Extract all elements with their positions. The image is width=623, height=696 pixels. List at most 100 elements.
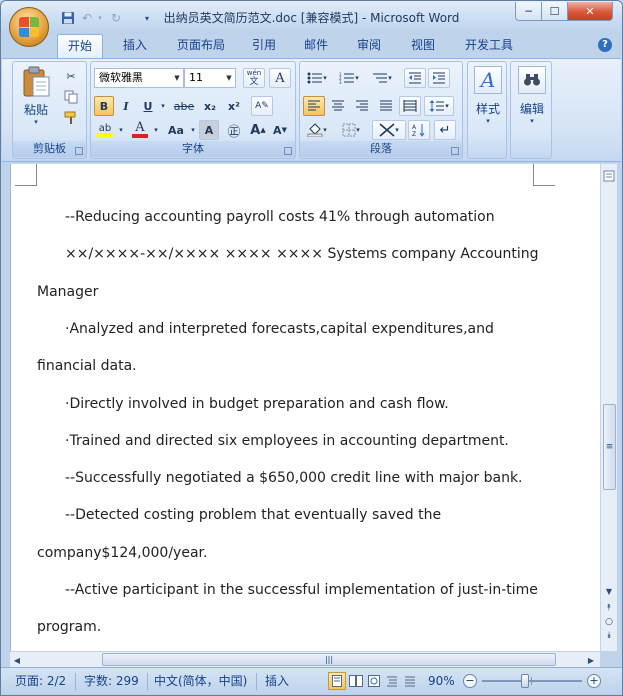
zoom-slider-track[interactable] (482, 680, 582, 682)
font-size-combo[interactable]: 11 ▼ (184, 68, 236, 88)
enclose-characters-icon[interactable]: ㊣ (223, 120, 245, 140)
font-launcher-icon[interactable] (284, 147, 292, 155)
char-border-icon[interactable]: A (269, 68, 291, 88)
vertical-scroll-thumb[interactable]: ≡ (603, 404, 616, 490)
font-color-icon[interactable]: A (129, 120, 151, 140)
office-button[interactable] (9, 7, 49, 47)
select-browse-object-icon[interactable]: ○ (601, 616, 617, 628)
document-line[interactable]: --Active participant in the successful i… (65, 582, 538, 598)
strikethrough-button[interactable]: abe (171, 96, 197, 116)
document-line[interactable]: company$124,000/year. (37, 545, 207, 561)
bullets-icon[interactable]: ▾ (303, 68, 331, 88)
phonetic-guide-icon[interactable]: wén 文 (243, 68, 265, 88)
underline-dropdown-icon[interactable]: ▾ (158, 96, 168, 116)
minimize-button[interactable]: ─ (515, 2, 542, 21)
font-color-dropdown-icon[interactable]: ▾ (151, 120, 161, 140)
zoom-level[interactable]: 90% (428, 672, 455, 690)
shrink-font-icon[interactable]: A ▼ (269, 120, 291, 140)
document-line[interactable]: program. (37, 619, 101, 635)
borders-icon[interactable]: ▾ (336, 120, 366, 140)
chinese-layout-icon[interactable]: ▾ (372, 120, 406, 140)
subscript-button[interactable]: x₂ (199, 96, 221, 116)
format-painter-icon[interactable] (61, 108, 81, 128)
align-right-icon[interactable] (351, 96, 373, 116)
vertical-scrollbar[interactable]: ≡ ▼ ⯭ ○ ⯯ (600, 164, 617, 651)
document-line[interactable]: ·Trained and directed six employees in a… (65, 433, 509, 449)
help-icon[interactable]: ? (598, 38, 612, 52)
document-line[interactable]: ·Analyzed and interpreted forecasts,capi… (65, 321, 494, 337)
tab-home[interactable]: 开始 (57, 34, 103, 59)
ruler-toggle-icon[interactable] (601, 168, 617, 184)
line-spacing-icon[interactable]: ▾ (424, 96, 454, 116)
insert-mode-status[interactable]: 插入 (265, 672, 289, 690)
paste-button[interactable]: 粘贴 ▾ (19, 66, 53, 130)
document-line[interactable]: ××/××××-××/×××× ×××× ×××× Systems compan… (65, 246, 539, 262)
tab-mailings[interactable]: 邮件 (296, 34, 336, 59)
change-case-dropdown-icon[interactable]: ▾ (188, 120, 198, 140)
align-center-icon[interactable] (327, 96, 349, 116)
document-line[interactable]: --Detected costing problem that eventual… (65, 507, 441, 523)
clipboard-launcher-icon[interactable] (75, 147, 83, 155)
outline-view-icon[interactable] (384, 673, 400, 689)
grow-font-icon[interactable]: A ▲ (247, 120, 269, 140)
decrease-indent-icon[interactable] (404, 68, 426, 88)
numbering-icon[interactable]: 1 2 3 ▾ (335, 68, 363, 88)
language-status[interactable]: 中文(简体，中国) (154, 672, 247, 690)
horizontal-scrollbar[interactable]: ◀ ||| ▶ (10, 651, 600, 668)
full-screen-reading-view-icon[interactable] (348, 673, 364, 689)
underline-button[interactable]: U (138, 96, 158, 116)
change-case-button[interactable]: Aa (164, 120, 188, 140)
align-left-icon[interactable] (303, 96, 325, 116)
scroll-right-arrow-icon[interactable]: ▶ (584, 653, 598, 667)
tab-insert[interactable]: 插入 (113, 34, 157, 59)
justify-icon[interactable] (375, 96, 397, 116)
zoom-in-icon[interactable]: + (587, 674, 601, 688)
page-count-status[interactable]: 页面: 2/2 (15, 672, 66, 690)
char-shading-icon[interactable]: A (199, 120, 219, 140)
copy-icon[interactable] (61, 87, 81, 107)
horizontal-scroll-thumb[interactable]: ||| (102, 653, 556, 666)
scroll-left-arrow-icon[interactable]: ◀ (10, 653, 24, 667)
document-line[interactable]: ·Directly involved in budget preparation… (65, 396, 449, 412)
maximize-button[interactable]: ☐ (541, 2, 568, 21)
paragraph-launcher-icon[interactable] (451, 147, 459, 155)
superscript-button[interactable]: x² (223, 96, 245, 116)
font-name-dropdown-icon[interactable]: ▼ (171, 69, 183, 87)
highlight-icon[interactable]: ab (94, 120, 116, 140)
styles-button[interactable]: A 样式 ▾ (472, 66, 504, 134)
zoom-slider-thumb[interactable] (521, 674, 530, 688)
document-line[interactable]: Manager (37, 284, 98, 300)
highlight-dropdown-icon[interactable]: ▾ (116, 120, 126, 140)
close-button[interactable]: ✕ (567, 2, 613, 21)
document-line[interactable]: financial data. (37, 358, 137, 374)
bold-button[interactable]: B (94, 96, 114, 116)
document-area[interactable]: --Reducing accounting payroll costs 41% … (10, 164, 600, 651)
tab-review[interactable]: 审阅 (349, 34, 389, 59)
tab-developer[interactable]: 开发工具 (456, 34, 522, 59)
draft-view-icon[interactable] (402, 673, 418, 689)
document-line[interactable]: --Reducing accounting payroll costs 41% … (65, 209, 495, 225)
scroll-down-arrow-icon[interactable]: ▼ (601, 584, 617, 598)
font-size-dropdown-icon[interactable]: ▼ (223, 69, 235, 87)
tab-page-layout[interactable]: 页面布局 (166, 34, 236, 59)
zoom-out-icon[interactable]: − (463, 674, 477, 688)
web-layout-view-icon[interactable] (366, 673, 382, 689)
increase-indent-icon[interactable] (428, 68, 450, 88)
word-count-status[interactable]: 字数: 299 (84, 672, 139, 690)
editing-button[interactable]: 编辑 ▾ (515, 66, 549, 134)
previous-page-icon[interactable]: ⯭ (601, 602, 617, 614)
distributed-icon[interactable] (399, 96, 421, 116)
clear-formatting-icon[interactable]: A✎ (251, 96, 273, 116)
show-marks-icon[interactable]: ↵ (434, 120, 456, 140)
sort-icon[interactable]: AZ (408, 120, 430, 140)
italic-button[interactable]: I (116, 96, 136, 116)
document-line[interactable]: --Successfully negotiated a $650,000 cre… (65, 470, 523, 486)
shading-icon[interactable]: ▾ (303, 120, 331, 140)
tab-view[interactable]: 视图 (403, 34, 443, 59)
font-name-combo[interactable]: 微软雅黑 ▼ (94, 68, 184, 88)
next-page-icon[interactable]: ⯯ (601, 630, 617, 642)
multilevel-list-icon[interactable]: ▾ (367, 68, 397, 88)
cut-icon[interactable]: ✂ (61, 66, 81, 86)
tab-references[interactable]: 引用 (244, 34, 284, 59)
print-layout-view-icon[interactable] (328, 672, 346, 690)
